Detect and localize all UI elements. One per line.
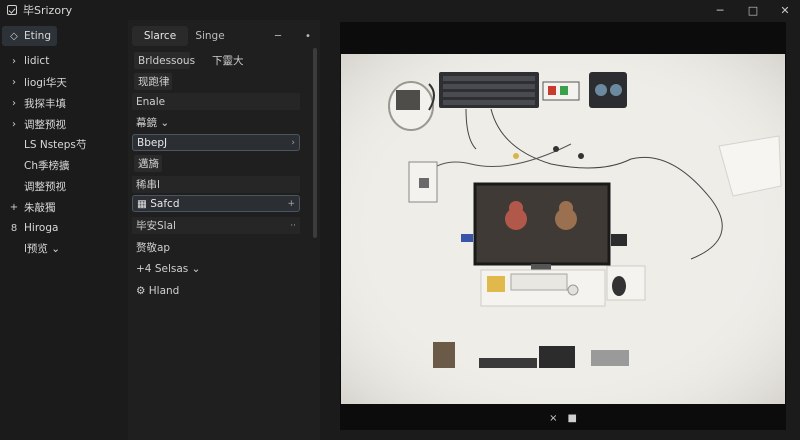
sidebar-item-tansuo[interactable]: › 我探丰填 bbox=[2, 93, 72, 113]
row-xichuan[interactable]: 稀串l bbox=[132, 176, 300, 193]
chevron-right-icon: › bbox=[12, 76, 16, 88]
row-mujing-dropdown[interactable]: 幕鏡 ⌄ bbox=[132, 114, 192, 131]
sidebar-item-label: l预览 ⌄ bbox=[24, 242, 61, 255]
tab-slarce[interactable]: Slarce bbox=[132, 26, 188, 46]
sidebar-item-label: 调整预视 bbox=[24, 180, 66, 193]
preview-viewport: × ■ bbox=[340, 22, 786, 430]
maximize-button[interactable]: □ bbox=[738, 0, 768, 20]
stop-button[interactable]: ■ bbox=[567, 413, 576, 424]
app-title: 毕Srizory bbox=[23, 4, 73, 17]
sidebar-item-label: Ch季榜擴 bbox=[24, 159, 70, 172]
panel-minimize-button[interactable]: ─ bbox=[268, 26, 288, 46]
row-brldessous-extra[interactable]: 下靈大 bbox=[208, 52, 260, 69]
plus-icon: + bbox=[9, 201, 19, 213]
row-enale[interactable]: Enale bbox=[132, 93, 300, 110]
diamond-icon: ◇ bbox=[10, 30, 18, 42]
sidebar: ◇ Eting › lidict › liogi华天 › 我探丰填 › 调整预视… bbox=[0, 20, 130, 440]
sidebar-item-eting[interactable]: ◇ Eting bbox=[2, 26, 57, 46]
sidebar-item-label: liogi华天 bbox=[24, 76, 67, 89]
sidebar-item-label: 调整预视 bbox=[24, 118, 66, 131]
close-preview-button[interactable]: × bbox=[549, 413, 557, 424]
desk-scene-image bbox=[341, 54, 785, 404]
sidebar-item-label: Eting bbox=[24, 30, 51, 42]
sidebar-item-label: LS Nsteps芍 bbox=[24, 138, 87, 151]
sidebar-item-hiroga[interactable]: 8 Hiroga bbox=[2, 218, 64, 238]
row-bbepj[interactable]: BbepJ › bbox=[132, 134, 300, 151]
sidebar-item-adjust-preview[interactable]: › 调整预视 bbox=[2, 114, 72, 134]
panel-scrollbar[interactable] bbox=[313, 48, 317, 238]
plus-icon[interactable]: + bbox=[287, 199, 295, 209]
row-zanjingap[interactable]: 赘敬ap bbox=[132, 239, 212, 256]
chevron-right-icon: › bbox=[291, 137, 295, 148]
sidebar-item-ls-nsteps[interactable]: LS Nsteps芍 bbox=[2, 134, 92, 154]
more-icon[interactable]: ·· bbox=[290, 221, 296, 231]
row-bian-slal[interactable]: 毕安Slal ·· bbox=[132, 217, 300, 234]
sidebar-item-label: 我探丰填 bbox=[24, 97, 66, 110]
panel-pin-button[interactable]: • bbox=[298, 26, 318, 46]
row-selsas-dropdown[interactable]: +4 Selsas ⌄ bbox=[132, 260, 202, 277]
row-label: BbepJ bbox=[137, 136, 168, 149]
chevron-right-icon: › bbox=[12, 97, 16, 109]
tab-singe[interactable]: Singe bbox=[190, 26, 230, 46]
chevron-right-icon: › bbox=[12, 118, 16, 130]
row-label: ▦ Safcd bbox=[137, 197, 180, 210]
close-button[interactable]: ✕ bbox=[770, 0, 800, 20]
sidebar-item-liogi[interactable]: › liogi华天 bbox=[2, 72, 73, 92]
row-safcd[interactable]: ▦ Safcd + bbox=[132, 195, 300, 212]
sidebar-item-ch[interactable]: Ch季榜擴 bbox=[2, 155, 76, 175]
row-hland[interactable]: ⚙ Hland bbox=[132, 282, 192, 299]
sidebar-item-label: lidict bbox=[24, 55, 50, 67]
sidebar-item-lidict[interactable]: › lidict bbox=[2, 51, 55, 71]
sidebar-item-preview-dropdown[interactable]: l预览 ⌄ bbox=[2, 238, 66, 258]
title-bar: 毕Srizory bbox=[0, 0, 800, 20]
row-maiyi[interactable]: 邁旖 bbox=[134, 155, 162, 172]
row-xianpaolv[interactable]: 现跑律 bbox=[134, 73, 172, 90]
sidebar-item-label: Hiroga bbox=[24, 222, 59, 234]
sidebar-item-adjust-preview-2[interactable]: 调整预视 bbox=[2, 176, 72, 196]
tag-icon: 8 bbox=[10, 222, 18, 234]
app-logo-icon bbox=[7, 5, 17, 15]
desk-photo[interactable] bbox=[341, 54, 785, 404]
preview-footer: × ■ bbox=[340, 406, 786, 430]
sidebar-item-add[interactable]: + 朱敲獨 bbox=[2, 197, 62, 217]
row-brldessous[interactable]: Brldessous bbox=[134, 52, 195, 69]
properties-panel: Slarce Singe ─ • Brldessous 下靈大 现跑律 Enal… bbox=[128, 20, 320, 440]
minimize-button[interactable]: ─ bbox=[705, 0, 735, 20]
sidebar-item-label: 朱敲獨 bbox=[24, 201, 56, 214]
chevron-right-icon: › bbox=[12, 55, 16, 67]
row-label: 毕安Slal bbox=[136, 220, 176, 232]
